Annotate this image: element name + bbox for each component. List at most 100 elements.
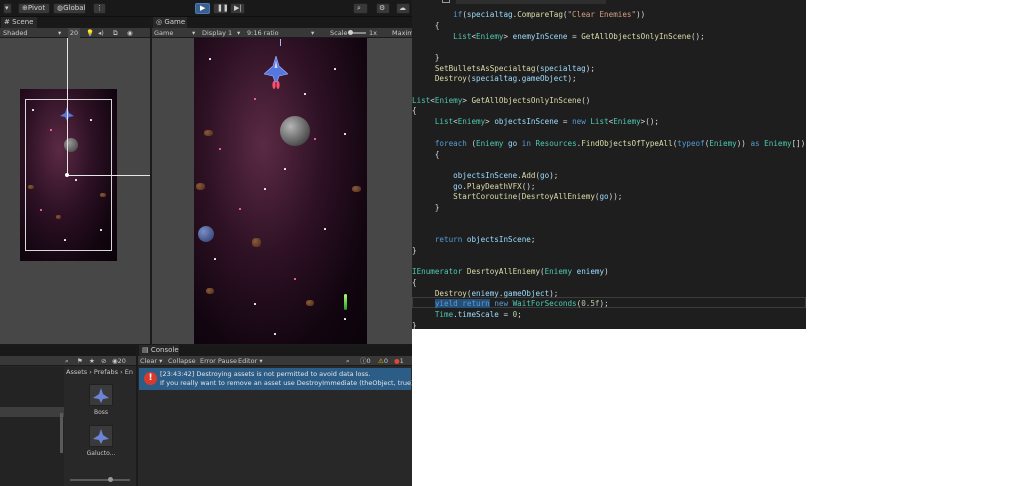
settings-button[interactable]: ⚙ [376,3,390,14]
collapse-button[interactable]: Collapse [168,356,196,366]
tab-game[interactable]: ◎ Game [153,17,187,28]
ship-prefab-icon [93,429,109,444]
console-tab-bar: ▤ Console [138,345,412,356]
pivot-toggle[interactable]: ⊕Pivot [18,3,50,14]
game-render [194,38,367,344]
cloud-button[interactable]: ☁ [396,3,410,14]
search-icon: ⌕ [357,4,361,12]
folder-tree[interactable] [0,367,64,486]
player-ship-sprite [264,56,288,89]
ratio-label: 9:16 ratio [247,29,279,37]
play-icon: ▶ [200,4,206,12]
tool-icon[interactable]: ▾ [3,3,12,14]
game-mode-dropdown[interactable]: Game ▾ [154,28,198,38]
step-button[interactable]: ▶| [230,3,245,14]
code-editor[interactable]: if(specialtag.CompareTag("Clear Enemies"… [412,0,806,329]
asset-tile[interactable] [89,425,113,447]
scale-slider-thumb[interactable] [348,30,353,35]
play-button[interactable]: ▶ [195,3,210,14]
label-icon[interactable]: ⚑ [77,356,83,366]
scene-zoom-value: 20 [69,29,79,37]
breadcrumb-item[interactable]: Prefabs [94,368,118,376]
project-tab-bar [0,345,136,356]
asteroid-sprite [352,186,361,192]
visibility-icon[interactable]: ◉ [127,28,133,38]
code-line: StartCoroutine(DesrtoyAllEniemy(go)); [453,192,623,201]
code-line: return objectsInScene; [434,235,536,244]
breadcrumb-item[interactable]: Assets [66,368,87,376]
project-control-bar: ⌕ ⚑ ★ ⊘ ◉20 [0,356,136,366]
scene-tab-bar: # Scene [0,17,150,28]
2d-toggle[interactable]: 20 [68,28,80,38]
editor-dropdown[interactable]: Editor ▾ [238,356,263,366]
asteroid-sprite [196,183,205,190]
breadcrumb-item[interactable]: En [125,368,133,376]
scroll-shadow [456,0,606,4]
chevron-down-icon: ▾ [237,29,241,37]
tab-console[interactable]: ▤ Console [139,345,179,356]
audio-icon[interactable]: ◂) [98,28,104,38]
thumbnail-size-slider[interactable] [70,479,130,481]
console-icon: ▤ [142,346,149,354]
scene-viewport[interactable] [0,38,150,344]
bullet-sprite [280,39,281,46]
search-button[interactable]: ⌕ [353,3,368,14]
effects-icon[interactable]: ⧉ [113,28,118,38]
aspect-ratio-dropdown[interactable]: 9:16 ratio ▾ [247,28,319,38]
breadcrumb: Assets › Prefabs › En [66,368,133,376]
error-count[interactable]: ●1 [394,356,404,366]
chevron-down-icon: ▾ [159,357,163,365]
code-line: List<Eniemy> GetAllObjectsOnlyInScene() [412,96,591,105]
error-icon: ! [144,372,157,385]
maximize-toggle[interactable]: Maxim [392,28,412,38]
console-message-row[interactable]: ! [23:43:42] Destroying assets is not pe… [139,368,412,390]
pause-button[interactable]: ❚❚ [213,3,228,14]
code-line: IEnumerator DesrtoyAllEniemy(Eniemy enie… [412,267,609,276]
code-line: foreach (Eniemy go in Resources.FindObje… [434,139,806,148]
scene-tab-label: Scene [12,18,34,26]
warning-count-value: 0 [383,357,388,365]
grid-icon: # [4,18,10,26]
planet-sprite [280,116,310,146]
global-toggle[interactable]: ◍Global [53,3,86,14]
clear-button[interactable]: Clear ▾ [140,356,162,366]
error-pause-button[interactable]: Error Pause [200,356,237,366]
hidden-packages-icon[interactable]: ⊘ [101,356,106,366]
enemy-laser-sprite [344,294,347,310]
display-dropdown[interactable]: Display 1 ▾ [202,28,244,38]
game-viewport[interactable] [152,38,412,344]
asset-label: Galucto... [86,450,116,457]
search-by-type-icon[interactable]: ⌕ [65,356,69,366]
editor-label: Editor [238,357,258,365]
code-line: objectsInScene.Add(go); [453,171,559,180]
cloud-icon: ☁ [399,4,406,12]
snap-icon[interactable]: ⋮ [93,3,106,14]
code-fold-marker [442,0,450,3]
game-tab-label: Game [164,18,186,26]
pause-icon: ❚❚ [217,4,228,12]
code-line: List<Eniemy> enemyInScene = GetAllObject… [453,32,705,41]
info-count[interactable]: ⓘ0 [360,356,371,366]
gizmo-line-vertical [67,38,68,176]
favorite-icon[interactable]: ★ [89,356,95,366]
search-icon[interactable]: ⌕ [346,356,350,366]
asset-tile[interactable] [89,384,113,406]
code-line: } [412,53,440,62]
game-mode-label: Game [154,29,174,37]
game-tab-bar: ◎ Game [152,17,412,28]
scrollbar-thumb[interactable] [60,413,63,453]
thumbnail-size-slider-thumb[interactable] [108,477,113,482]
pivot-handle[interactable] [65,173,69,177]
shading-dropdown[interactable]: Shaded ▾ [3,28,63,38]
console-message-line: [23:43:42] Destroying assets is not perm… [160,370,371,378]
folder-tree-selected-row[interactable] [0,407,64,417]
warning-count[interactable]: ⚠0 [378,356,388,366]
lighting-icon[interactable]: 💡 [86,28,94,38]
code-line: if(specialtag.CompareTag("Clear Enemies"… [453,10,646,19]
global-label: Global [63,4,86,12]
asteroid-sprite [206,288,214,294]
shading-label: Shaded [3,29,28,37]
code-line: Time.timeScale = 0; [434,310,522,319]
tab-scene[interactable]: # Scene [1,17,37,28]
info-count-value: 0 [366,357,371,365]
